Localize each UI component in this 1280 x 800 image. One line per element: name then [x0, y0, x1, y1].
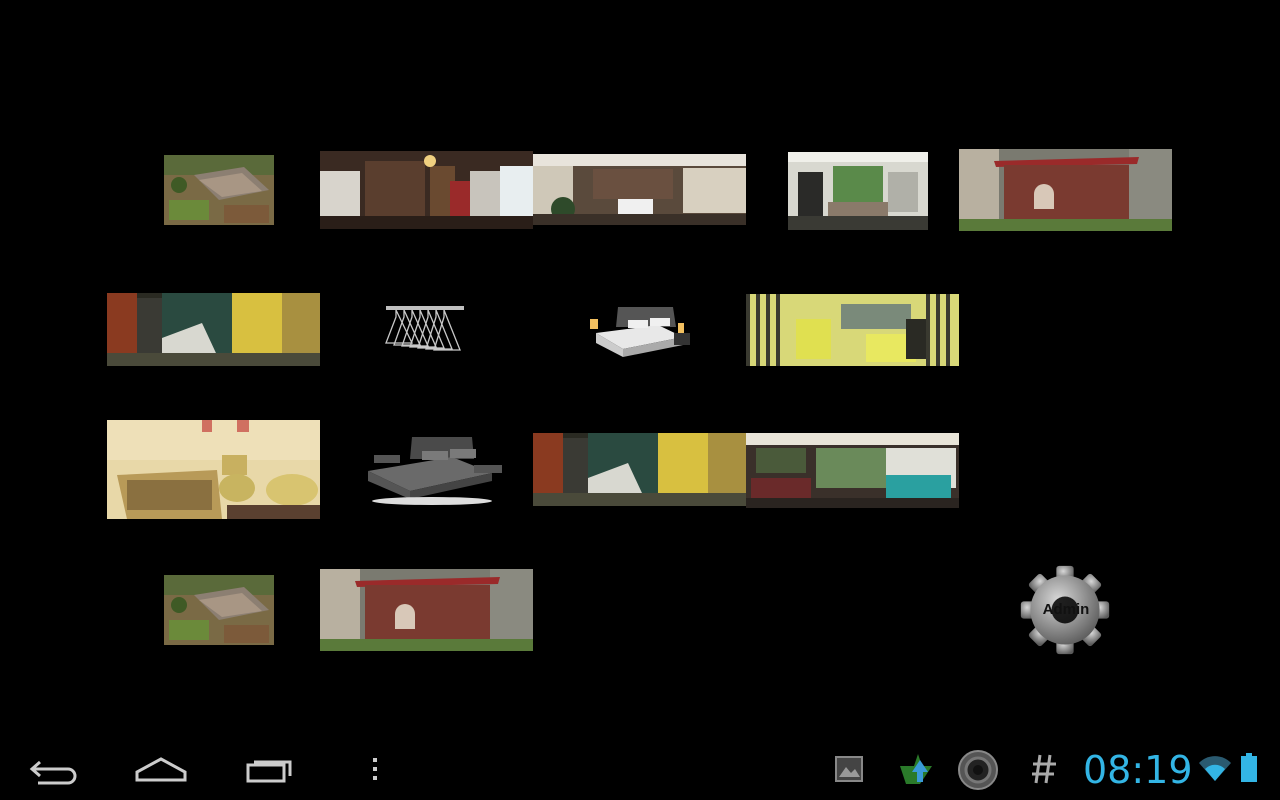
dog-house-photo-thumbnail[interactable] [959, 149, 1172, 231]
camera-notification-icon[interactable] [957, 749, 999, 791]
yellow-bathroom-panorama-thumbnail[interactable] [746, 294, 959, 366]
aerial-house-photo-2-thumbnail[interactable] [164, 575, 274, 645]
bedroom-panorama-thumbnail[interactable] [746, 433, 959, 508]
hallway-panorama-thumbnail[interactable] [107, 293, 320, 366]
overflow-menu-icon [373, 758, 377, 780]
white-bed-thumbnail[interactable] [588, 305, 692, 357]
living-room-panorama-thumbnail[interactable] [320, 151, 533, 229]
bathroom-photo-thumbnail[interactable] [107, 420, 320, 519]
status-clock[interactable]: 08:19 [1083, 746, 1193, 794]
gallery-notification-icon[interactable] [834, 755, 864, 783]
battery-icon [1239, 752, 1259, 784]
hallway-panorama-2-thumbnail[interactable] [533, 433, 746, 506]
hash-notification-icon[interactable] [1030, 751, 1058, 787]
home-button[interactable] [131, 750, 191, 790]
overflow-menu-button[interactable] [345, 750, 405, 790]
back-icon [29, 760, 77, 785]
dog-house-photo-2-thumbnail[interactable] [320, 569, 533, 651]
grey-bed-thumbnail[interactable] [362, 433, 504, 505]
wifi-icon [1197, 755, 1233, 783]
back-button[interactable] [24, 750, 84, 790]
upload-notification-icon[interactable] [896, 750, 936, 788]
recent-apps-icon [246, 760, 292, 783]
home-icon [135, 757, 187, 782]
recent-apps-button[interactable] [240, 750, 300, 790]
admin-label: Admin [1042, 601, 1090, 618]
coat-hangers-thumbnail[interactable] [384, 303, 466, 353]
aerial-house-photo-thumbnail[interactable] [164, 155, 274, 225]
lobby-panorama-thumbnail[interactable] [533, 154, 746, 225]
dining-room-panorama-thumbnail[interactable] [788, 152, 928, 230]
